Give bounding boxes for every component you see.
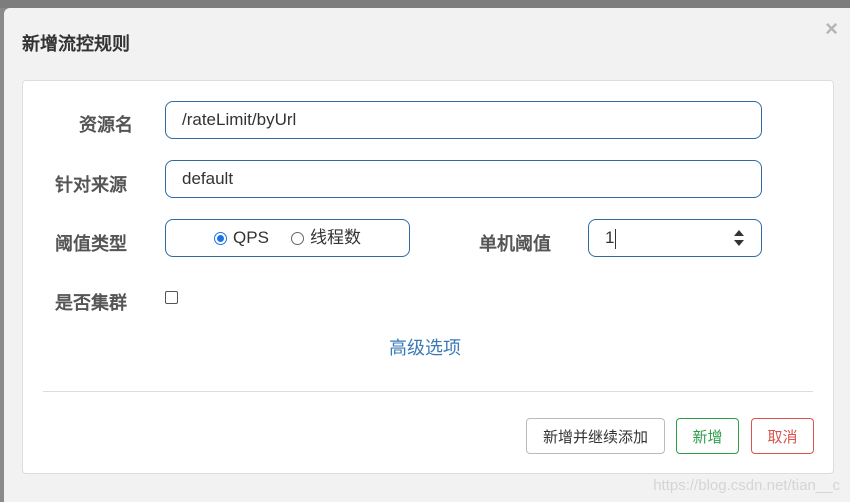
cluster-label: 是否集群	[55, 293, 127, 313]
number-spinner-icon[interactable]	[733, 230, 745, 246]
text-caret	[615, 228, 617, 249]
backdrop	[0, 0, 850, 8]
threshold-type-label: 阈值类型	[55, 234, 127, 254]
watermark: https://blog.csdn.net/tian__c	[653, 477, 840, 494]
spinner-down-icon[interactable]	[734, 240, 744, 246]
radio-option-qps[interactable]: QPS	[214, 220, 269, 256]
limit-app-label: 针对来源	[55, 175, 127, 195]
add-and-continue-button[interactable]: 新增并继续添加	[526, 418, 665, 454]
form-panel: 资源名 /rateLimit/byUrl 针对来源 default 阈值类型 Q…	[22, 80, 834, 474]
radio-qps-label: QPS	[233, 228, 269, 247]
radio-thread-label: 线程数	[309, 228, 361, 247]
advanced-options-link[interactable]: 高级选项	[389, 334, 461, 360]
single-threshold-input[interactable]: 1	[588, 219, 762, 257]
limit-app-input[interactable]: default	[165, 160, 762, 198]
cancel-button[interactable]: 取消	[751, 418, 814, 454]
resource-name-label: 资源名	[79, 115, 133, 135]
single-threshold-value: 1	[605, 228, 615, 247]
divider	[43, 391, 813, 392]
spinner-up-icon[interactable]	[734, 230, 744, 236]
radio-checked-icon[interactable]	[214, 231, 228, 245]
close-icon[interactable]: ×	[825, 16, 838, 42]
resource-name-input[interactable]: /rateLimit/byUrl	[165, 101, 762, 139]
single-threshold-label: 单机阈值	[479, 234, 551, 254]
dialog-title: 新增流控规则	[22, 34, 130, 54]
cluster-checkbox[interactable]	[165, 291, 178, 304]
threshold-type-radio-group: QPS 线程数	[165, 219, 410, 257]
radio-option-thread[interactable]: 线程数	[290, 220, 361, 256]
add-flow-rule-dialog: 新增流控规则 × 资源名 /rateLimit/byUrl 针对来源 defau…	[4, 8, 850, 502]
radio-unchecked-icon[interactable]	[290, 231, 304, 245]
add-button[interactable]: 新增	[676, 418, 739, 454]
